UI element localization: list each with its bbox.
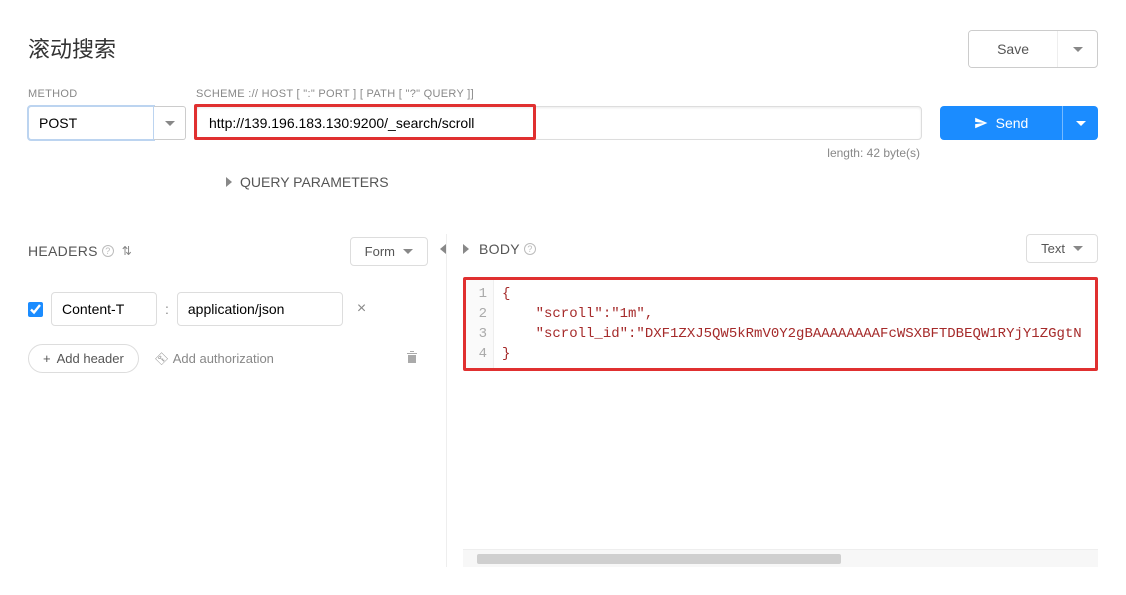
body-editor-highlight: 1234 { "scroll":"1m", "scroll_id":"DXF1Z… bbox=[463, 277, 1098, 371]
form-label: Form bbox=[365, 244, 395, 259]
method-input[interactable] bbox=[28, 106, 154, 140]
add-authorization-button[interactable]: ⚿ Add authorization bbox=[157, 351, 274, 367]
body-mode-toggle[interactable]: Text bbox=[1026, 234, 1098, 263]
colon-label: : bbox=[165, 301, 169, 317]
chevron-down-icon bbox=[1073, 47, 1083, 52]
method-label: METHOD bbox=[28, 88, 188, 100]
header-enable-checkbox[interactable] bbox=[28, 302, 43, 317]
scrollbar-thumb[interactable] bbox=[477, 554, 841, 564]
send-label: Send bbox=[996, 115, 1029, 131]
chevron-down-icon bbox=[403, 249, 413, 254]
save-button[interactable]: Save bbox=[969, 31, 1057, 67]
body-editor[interactable]: 1234 { "scroll":"1m", "scroll_id":"DXF1Z… bbox=[466, 280, 1095, 368]
add-auth-label: Add authorization bbox=[173, 351, 274, 366]
remove-header-button[interactable]: × bbox=[351, 300, 372, 318]
help-icon[interactable]: ? bbox=[102, 245, 114, 257]
expand-right-button[interactable] bbox=[463, 244, 469, 254]
chevron-down-icon bbox=[1073, 246, 1083, 251]
body-mode-label: Text bbox=[1041, 241, 1065, 256]
add-header-button[interactable]: + Add header bbox=[28, 344, 139, 373]
trash-icon bbox=[406, 350, 418, 364]
headers-form-toggle[interactable]: Form bbox=[350, 237, 428, 266]
send-button-group: Send bbox=[940, 106, 1098, 140]
method-dropdown[interactable] bbox=[154, 106, 186, 140]
save-button-group: Save bbox=[968, 30, 1098, 68]
url-input[interactable] bbox=[196, 106, 922, 140]
horizontal-scrollbar[interactable] bbox=[463, 549, 1098, 567]
line-gutter: 1234 bbox=[466, 280, 494, 368]
send-button[interactable]: Send bbox=[940, 106, 1062, 140]
body-title: BODY bbox=[479, 241, 520, 257]
add-header-label: Add header bbox=[57, 351, 124, 366]
clear-headers-button[interactable] bbox=[406, 350, 418, 367]
send-dropdown[interactable] bbox=[1062, 106, 1098, 140]
code-content[interactable]: { "scroll":"1m", "scroll_id":"DXF1ZXJ5QW… bbox=[494, 280, 1095, 368]
headers-title: HEADERS bbox=[28, 243, 98, 259]
header-row: : × bbox=[28, 292, 428, 326]
length-info: length: 42 byte(s) bbox=[28, 146, 920, 160]
page-title: 滚动搜索 bbox=[28, 28, 116, 64]
save-dropdown[interactable] bbox=[1057, 31, 1097, 67]
header-value-input[interactable] bbox=[177, 292, 343, 326]
chevron-down-icon bbox=[165, 121, 175, 126]
chevron-right-icon bbox=[463, 244, 469, 254]
url-label: SCHEME :// HOST [ ":" PORT ] [ PATH [ "?… bbox=[196, 88, 922, 100]
spacer-label bbox=[940, 88, 1098, 100]
key-icon: ⚿ bbox=[153, 349, 171, 367]
sort-icon[interactable]: ⇅ bbox=[122, 244, 132, 258]
chevron-right-icon bbox=[226, 177, 232, 187]
header-name-input[interactable] bbox=[51, 292, 157, 326]
chevron-down-icon bbox=[1076, 121, 1086, 126]
paper-plane-icon bbox=[974, 116, 988, 130]
plus-icon: + bbox=[43, 351, 51, 366]
query-parameters-label: QUERY PARAMETERS bbox=[240, 174, 389, 190]
query-parameters-toggle[interactable]: QUERY PARAMETERS bbox=[226, 174, 1098, 190]
help-icon[interactable]: ? bbox=[524, 243, 536, 255]
